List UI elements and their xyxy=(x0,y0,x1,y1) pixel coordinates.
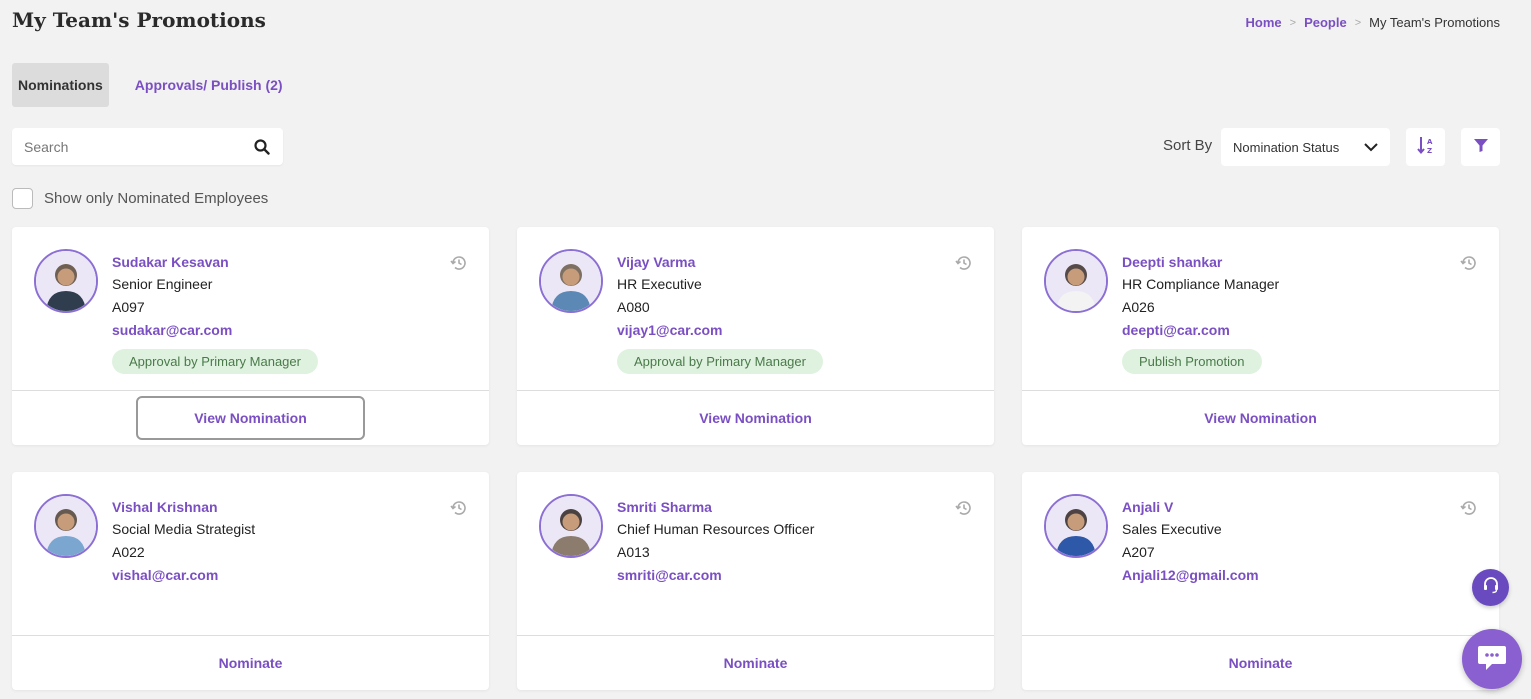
employee-code: A080 xyxy=(617,299,650,315)
card-action-label: Nominate xyxy=(1228,655,1293,671)
breadcrumb-people-link[interactable]: People xyxy=(1304,15,1347,30)
employee-info: Anjali V Sales Executive A207 Anjali12@gmai… xyxy=(1122,499,1259,584)
employee-email[interactable]: Anjali12@gmail.com xyxy=(1122,567,1259,584)
svg-text:A: A xyxy=(1427,138,1433,146)
employee-name[interactable]: Vishal Krishnan xyxy=(112,499,255,516)
employee-role: Chief Human Resources Officer xyxy=(617,521,815,537)
card-action-button[interactable]: View Nomination xyxy=(1022,391,1499,445)
tab-bar: Nominations Approvals/ Publish (2) xyxy=(12,63,289,107)
employee-info: Sudakar Kesavan Senior Engineer A097 sudaka… xyxy=(112,254,318,374)
employee-name[interactable]: Sudakar Kesavan xyxy=(112,254,318,271)
employee-info: Vijay Varma HR Executive A080 vijay1@car.co… xyxy=(617,254,823,374)
employee-role: Senior Engineer xyxy=(112,276,213,292)
employee-code: A026 xyxy=(1122,299,1155,315)
breadcrumb-separator: > xyxy=(1289,16,1297,29)
sort-alpha-icon: A Z xyxy=(1416,135,1435,160)
avatar xyxy=(1044,494,1108,558)
nominated-filter-checkbox[interactable] xyxy=(12,188,33,209)
employee-role: HR Compliance Manager xyxy=(1122,276,1280,292)
search-icon[interactable] xyxy=(253,138,271,156)
employee-role: HR Executive xyxy=(617,276,702,292)
history-icon[interactable] xyxy=(1459,498,1479,518)
card-action-button[interactable]: Nominate xyxy=(517,636,994,690)
employee-info: Deepti shankar HR Compliance Manager A026 d… xyxy=(1122,254,1279,374)
history-icon[interactable] xyxy=(449,253,469,273)
status-badge: Publish Promotion xyxy=(1122,349,1262,374)
support-button[interactable] xyxy=(1472,569,1509,606)
status-badge: Approval by Primary Manager xyxy=(617,349,823,374)
filter-icon xyxy=(1473,137,1489,158)
employee-card: Vijay Varma HR Executive A080 vijay1@car.co… xyxy=(517,227,994,445)
card-action-label: View Nomination xyxy=(699,410,812,426)
breadcrumb: Home > People > My Team's Promotions xyxy=(1246,15,1500,30)
tab-nominations[interactable]: Nominations xyxy=(12,63,109,107)
svg-text:Z: Z xyxy=(1427,147,1432,155)
employee-card: Vishal Krishnan Social Media Strategist A0… xyxy=(12,472,489,690)
employee-card: Deepti shankar HR Compliance Manager A026 d… xyxy=(1022,227,1499,445)
chat-button[interactable] xyxy=(1462,629,1522,689)
employee-email[interactable]: vijay1@car.com xyxy=(617,322,823,339)
chat-icon xyxy=(1476,642,1508,677)
sort-by-label: Sort By xyxy=(1163,137,1213,154)
avatar xyxy=(539,494,603,558)
employee-card: Smriti Sharma Chief Human Resources Offic… xyxy=(517,472,994,690)
card-action-button[interactable]: Nominate xyxy=(12,636,489,690)
filter-button[interactable] xyxy=(1461,128,1500,166)
employee-card: Anjali V Sales Executive A207 Anjali12@gmai… xyxy=(1022,472,1499,690)
breadcrumb-home-link[interactable]: Home xyxy=(1246,15,1282,30)
history-icon[interactable] xyxy=(1459,253,1479,273)
employee-email[interactable]: vishal@car.com xyxy=(112,567,255,584)
employee-code: A097 xyxy=(112,299,145,315)
card-action-label: Nominate xyxy=(218,655,283,671)
employee-email[interactable]: deepti@car.com xyxy=(1122,322,1279,339)
employee-role: Social Media Strategist xyxy=(112,521,256,537)
employee-info: Smriti Sharma Chief Human Resources Offic… xyxy=(617,499,814,584)
nominated-filter-label: Show only Nominated Employees xyxy=(44,190,269,207)
status-badge: Approval by Primary Manager xyxy=(112,349,318,374)
employee-name[interactable]: Smriti Sharma xyxy=(617,499,814,516)
card-action-button[interactable]: View Nomination xyxy=(12,391,489,445)
card-action-label: View Nomination xyxy=(136,396,365,440)
employee-role: Sales Executive xyxy=(1122,521,1222,537)
card-action-label: Nominate xyxy=(723,655,788,671)
card-action-button[interactable]: Nominate xyxy=(1022,636,1499,690)
sort-select[interactable]: Nomination Status xyxy=(1221,128,1390,166)
employee-info: Vishal Krishnan Social Media Strategist A0… xyxy=(112,499,255,584)
employee-code: A022 xyxy=(112,544,145,560)
history-icon[interactable] xyxy=(954,498,974,518)
search-box xyxy=(12,128,283,165)
avatar xyxy=(1044,249,1108,313)
employee-name[interactable]: Deepti shankar xyxy=(1122,254,1279,271)
employee-code: A207 xyxy=(1122,544,1155,560)
sort-order-button[interactable]: A Z xyxy=(1406,128,1445,166)
employee-email[interactable]: smriti@car.com xyxy=(617,567,814,584)
employee-card: Sudakar Kesavan Senior Engineer A097 sudaka… xyxy=(12,227,489,445)
chevron-down-icon xyxy=(1364,140,1378,155)
history-icon[interactable] xyxy=(954,253,974,273)
employee-name[interactable]: Vijay Varma xyxy=(617,254,823,271)
avatar xyxy=(539,249,603,313)
search-input[interactable] xyxy=(24,138,253,155)
tab-approvals-publish[interactable]: Approvals/ Publish (2) xyxy=(129,63,289,107)
card-action-label: View Nomination xyxy=(1204,410,1317,426)
employee-name[interactable]: Anjali V xyxy=(1122,499,1259,516)
avatar xyxy=(34,494,98,558)
employee-code: A013 xyxy=(617,544,650,560)
card-action-button[interactable]: View Nomination xyxy=(517,391,994,445)
page-title: My Team's Promotions xyxy=(12,8,266,32)
headset-icon xyxy=(1481,575,1501,600)
nominated-filter-checkbox-row[interactable]: Show only Nominated Employees xyxy=(12,188,268,209)
avatar xyxy=(34,249,98,313)
employee-email[interactable]: sudakar@car.com xyxy=(112,322,318,339)
breadcrumb-current: My Team's Promotions xyxy=(1369,15,1500,30)
history-icon[interactable] xyxy=(449,498,469,518)
sort-select-value: Nomination Status xyxy=(1233,139,1340,155)
breadcrumb-separator: > xyxy=(1354,16,1362,29)
